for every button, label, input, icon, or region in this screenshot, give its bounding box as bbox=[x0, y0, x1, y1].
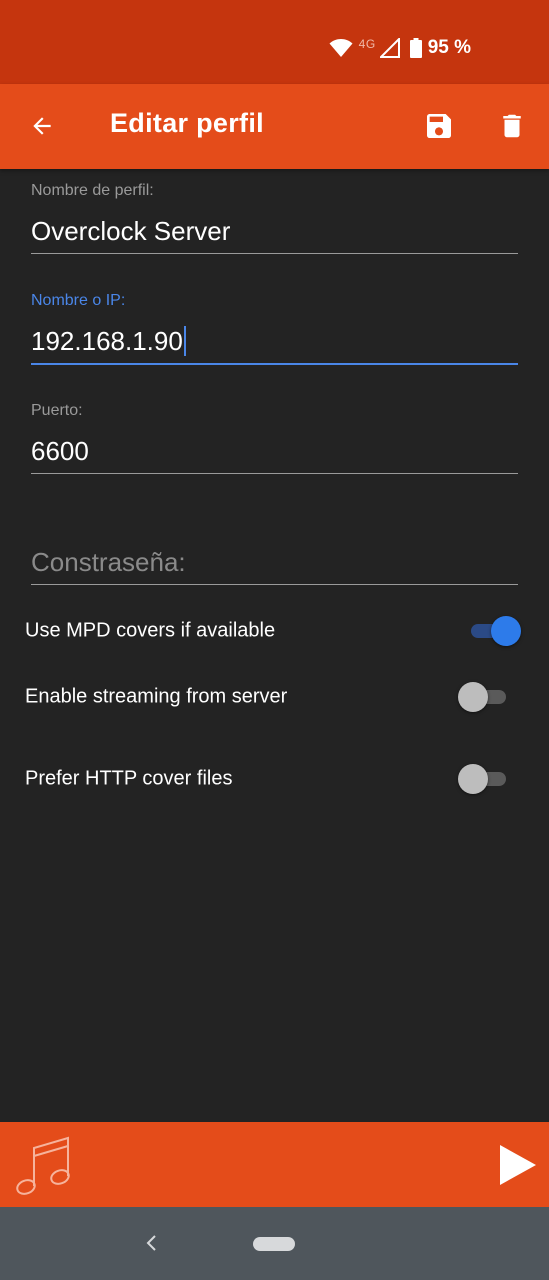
profile-name-label: Nombre de perfil: bbox=[31, 182, 154, 199]
port-input[interactable]: 6600 bbox=[31, 429, 518, 473]
network-type-label: 4G bbox=[358, 37, 376, 51]
text-caret bbox=[183, 326, 186, 357]
arrow-back-icon bbox=[33, 117, 51, 135]
toggle-label-http-covers: Prefer HTTP cover files bbox=[25, 767, 233, 790]
profile-name-underline bbox=[31, 253, 518, 254]
host-value: 192.168.1.90 bbox=[31, 326, 183, 356]
toggle-row-mpd-covers[interactable]: Use MPD covers if available bbox=[0, 603, 549, 659]
nav-home-pill[interactable] bbox=[253, 1237, 295, 1251]
toggle-label-mpd-covers: Use MPD covers if available bbox=[25, 619, 276, 642]
port-underline bbox=[31, 473, 518, 474]
battery-percent: 95 % bbox=[427, 37, 471, 58]
wifi-icon bbox=[329, 39, 353, 57]
password-input[interactable]: Constraseña: bbox=[31, 540, 518, 584]
battery-icon bbox=[409, 38, 422, 58]
app-bar: Editar perfil bbox=[0, 84, 549, 169]
host-label: Nombre o IP: bbox=[31, 292, 126, 309]
toggle-row-streaming[interactable]: Enable streaming from server bbox=[0, 669, 549, 725]
password-field[interactable]: Constraseña: bbox=[31, 540, 518, 585]
status-bar: 4G 95 % bbox=[0, 0, 549, 84]
toggle-row-http-covers[interactable]: Prefer HTTP cover files bbox=[0, 751, 549, 807]
streaming-switch[interactable] bbox=[458, 681, 518, 713]
profile-name-field[interactable]: Nombre de perfil: Overclock Server bbox=[31, 180, 518, 254]
host-input[interactable]: 192.168.1.90 bbox=[31, 319, 518, 363]
mpd-covers-switch[interactable] bbox=[461, 615, 521, 647]
host-field[interactable]: Nombre o IP: 192.168.1.90 bbox=[31, 290, 518, 365]
http-covers-switch[interactable] bbox=[458, 763, 518, 795]
player-bar[interactable] bbox=[0, 1122, 549, 1207]
back-button[interactable] bbox=[22, 106, 62, 146]
password-underline bbox=[31, 584, 518, 585]
save-icon bbox=[427, 114, 451, 138]
switch-thumb bbox=[458, 764, 488, 794]
cell-signal-icon bbox=[379, 38, 400, 58]
port-field[interactable]: Puerto: 6600 bbox=[31, 400, 518, 474]
save-button[interactable] bbox=[419, 106, 459, 146]
host-underline bbox=[31, 363, 518, 365]
port-label: Puerto: bbox=[31, 402, 83, 419]
system-nav-bar bbox=[0, 1207, 549, 1280]
music-note-icon[interactable] bbox=[12, 1130, 74, 1200]
nav-back-icon[interactable] bbox=[140, 1231, 164, 1255]
delete-button[interactable] bbox=[492, 106, 532, 146]
status-icons: 4G 95 % bbox=[329, 36, 471, 60]
delete-icon bbox=[503, 114, 521, 138]
switch-thumb bbox=[491, 616, 521, 646]
switch-thumb bbox=[458, 682, 488, 712]
toggle-label-streaming: Enable streaming from server bbox=[25, 685, 288, 708]
profile-name-input[interactable]: Overclock Server bbox=[31, 209, 518, 253]
page-title: Editar perfil bbox=[110, 108, 264, 138]
play-icon[interactable] bbox=[494, 1142, 540, 1188]
